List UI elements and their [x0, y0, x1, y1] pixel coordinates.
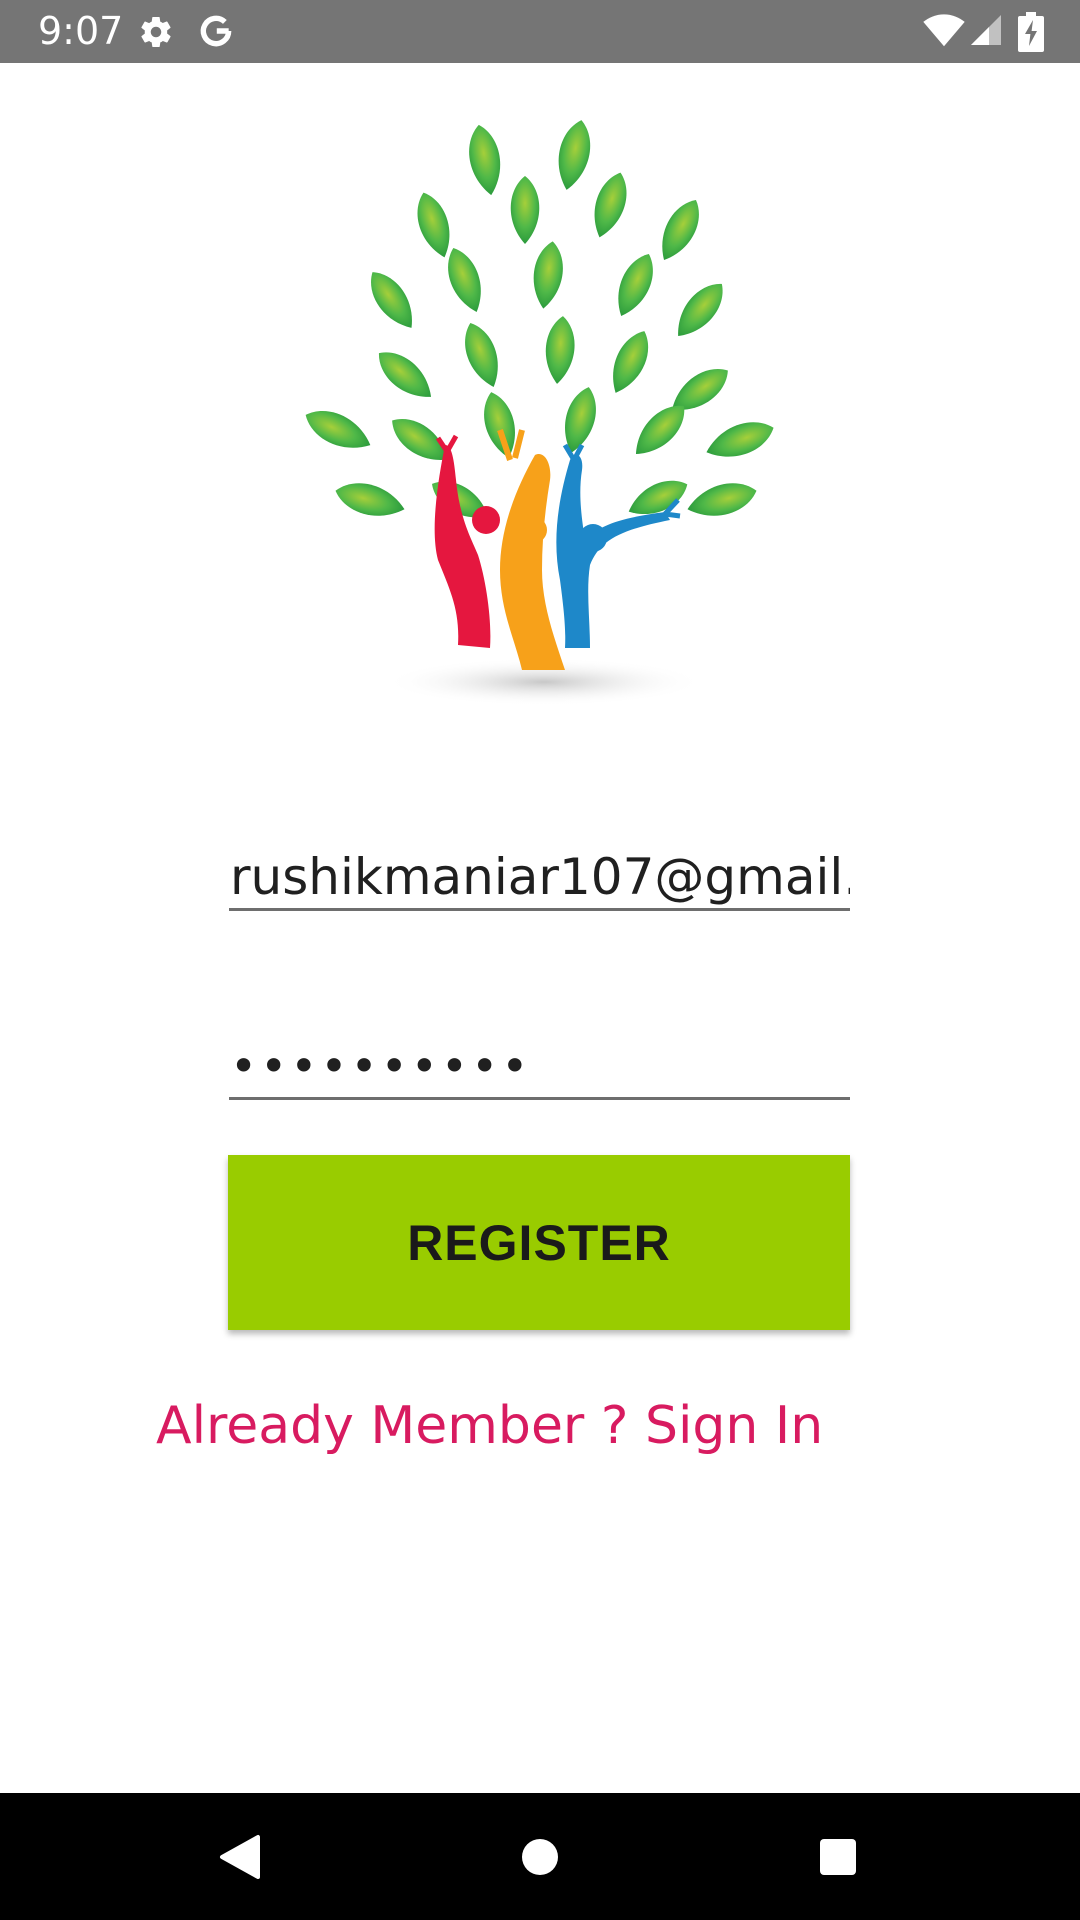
battery-charging-icon: [1018, 12, 1044, 52]
navigation-bar: [0, 1793, 1080, 1920]
tree-people-logo: [260, 100, 820, 720]
email-field[interactable]: [229, 846, 850, 911]
email-input[interactable]: [229, 846, 850, 908]
home-button[interactable]: [460, 1793, 620, 1920]
register-button[interactable]: REGISTER: [228, 1155, 850, 1330]
password-field[interactable]: [229, 1035, 850, 1100]
signal-icon: [968, 12, 1004, 48]
recents-icon: [818, 1837, 858, 1877]
settings-icon: [138, 14, 174, 50]
home-icon: [520, 1837, 560, 1877]
password-input[interactable]: [229, 1035, 850, 1097]
signin-link[interactable]: Already Member ? Sign In: [156, 1394, 823, 1458]
google-icon: [197, 12, 235, 50]
status-bar: 9:07: [0, 0, 1080, 63]
register-screen: 9:07 rushikmaniar107@gmail.com •••••••••…: [0, 0, 1080, 1920]
status-time: 9:07: [38, 9, 124, 53]
recents-button[interactable]: [758, 1793, 918, 1920]
back-button[interactable]: [160, 1793, 320, 1920]
wifi-icon: [922, 12, 966, 48]
back-icon: [218, 1833, 262, 1881]
